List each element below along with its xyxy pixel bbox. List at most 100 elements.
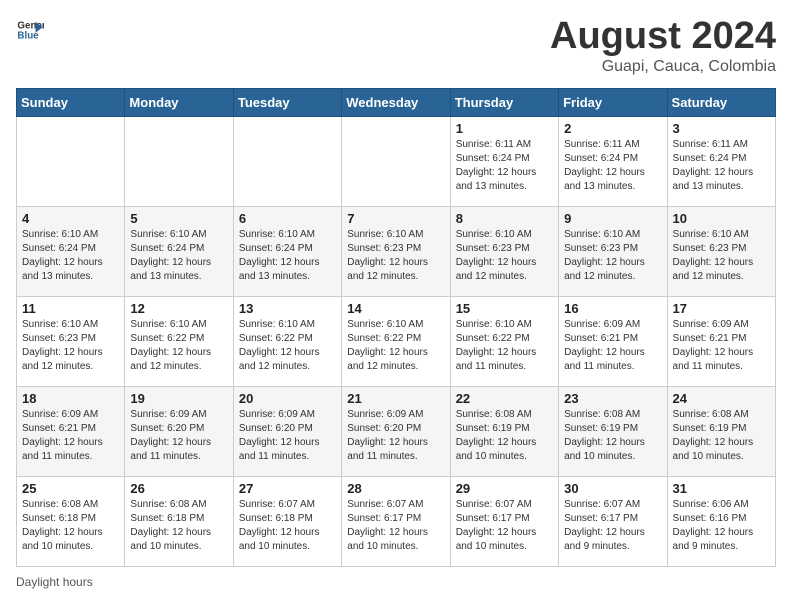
calendar-day-cell: 13 Sunrise: 6:10 AM Sunset: 6:22 PM Dayli… bbox=[233, 296, 341, 386]
day-info: Sunrise: 6:11 AM Sunset: 6:24 PM Dayligh… bbox=[456, 138, 553, 194]
day-number: 25 bbox=[22, 481, 119, 496]
day-number: 10 bbox=[673, 211, 770, 226]
day-info: Sunrise: 6:07 AM Sunset: 6:17 PM Dayligh… bbox=[347, 498, 444, 554]
calendar-day-cell: 23 Sunrise: 6:08 AM Sunset: 6:19 PM Dayli… bbox=[559, 386, 667, 476]
calendar-day-cell: 21 Sunrise: 6:09 AM Sunset: 6:20 PM Dayli… bbox=[342, 386, 450, 476]
day-info: Sunrise: 6:10 AM Sunset: 6:23 PM Dayligh… bbox=[347, 228, 444, 284]
day-number: 29 bbox=[456, 481, 553, 496]
footer: Daylight hours bbox=[16, 575, 776, 589]
day-info: Sunrise: 6:07 AM Sunset: 6:17 PM Dayligh… bbox=[564, 498, 661, 554]
day-number: 7 bbox=[347, 211, 444, 226]
calendar-day-cell: 14Sunrise: 6:10 AM Sunset: 6:22 PM Dayli… bbox=[342, 296, 450, 386]
calendar-day-cell: 20Sunrise: 6:09 AM Sunset: 6:20 PM Dayli… bbox=[233, 386, 341, 476]
calendar-day-cell: 15Sunrise: 6:10 AM Sunset: 6:22 PM Dayli… bbox=[450, 296, 558, 386]
calendar-day-cell: 28 Sunrise: 6:07 AM Sunset: 6:17 PM Dayli… bbox=[342, 476, 450, 566]
day-info: Sunrise: 6:09 AM Sunset: 6:20 PM Dayligh… bbox=[347, 408, 444, 464]
day-info: Sunrise: 6:10 AM Sunset: 6:22 PM Dayligh… bbox=[239, 318, 336, 374]
calendar-body: 1Sunrise: 6:11 AM Sunset: 6:24 PM Daylig… bbox=[17, 116, 776, 566]
title-block: August 2024 Guapi, Cauca, Colombia bbox=[550, 16, 776, 76]
day-number: 5 bbox=[130, 211, 227, 226]
calendar-day-cell: 6Sunrise: 6:10 AM Sunset: 6:24 PM Daylig… bbox=[233, 206, 341, 296]
day-number: 11 bbox=[22, 301, 119, 316]
calendar-week-row: 25 Sunrise: 6:08 AM Sunset: 6:18 PM Dayli… bbox=[17, 476, 776, 566]
calendar-day-cell: 10 Sunrise: 6:10 AM Sunset: 6:23 PM Dayli… bbox=[667, 206, 775, 296]
calendar-day-cell: 8Sunrise: 6:10 AM Sunset: 6:23 PM Daylig… bbox=[450, 206, 558, 296]
day-info: Sunrise: 6:07 AM Sunset: 6:18 PM Dayligh… bbox=[239, 498, 336, 554]
calendar-day-header: Monday bbox=[125, 88, 233, 116]
day-info: Sunrise: 6:09 AM Sunset: 6:21 PM Dayligh… bbox=[673, 318, 770, 374]
day-number: 22 bbox=[456, 391, 553, 406]
day-number: 9 bbox=[564, 211, 661, 226]
day-info: Sunrise: 6:10 AM Sunset: 6:23 PM Dayligh… bbox=[673, 228, 770, 284]
calendar-day-cell: 11 Sunrise: 6:10 AM Sunset: 6:23 PM Dayli… bbox=[17, 296, 125, 386]
logo-icon: General Blue bbox=[16, 16, 44, 44]
calendar-day-cell bbox=[125, 116, 233, 206]
calendar-day-cell: 19Sunrise: 6:09 AM Sunset: 6:20 PM Dayli… bbox=[125, 386, 233, 476]
day-number: 28 bbox=[347, 481, 444, 496]
day-number: 23 bbox=[564, 391, 661, 406]
calendar-table: SundayMondayTuesdayWednesdayThursdayFrid… bbox=[16, 88, 776, 567]
calendar-day-cell: 9Sunrise: 6:10 AM Sunset: 6:23 PM Daylig… bbox=[559, 206, 667, 296]
calendar-day-header: Thursday bbox=[450, 88, 558, 116]
calendar-day-header: Sunday bbox=[17, 88, 125, 116]
day-info: Sunrise: 6:11 AM Sunset: 6:24 PM Dayligh… bbox=[673, 138, 770, 194]
day-number: 2 bbox=[564, 121, 661, 136]
day-info: Sunrise: 6:06 AM Sunset: 6:16 PM Dayligh… bbox=[673, 498, 770, 554]
day-number: 4 bbox=[22, 211, 119, 226]
day-number: 12 bbox=[130, 301, 227, 316]
day-number: 6 bbox=[239, 211, 336, 226]
day-number: 30 bbox=[564, 481, 661, 496]
day-number: 19 bbox=[130, 391, 227, 406]
day-info: Sunrise: 6:09 AM Sunset: 6:21 PM Dayligh… bbox=[564, 318, 661, 374]
day-number: 21 bbox=[347, 391, 444, 406]
calendar-day-cell: 24 Sunrise: 6:08 AM Sunset: 6:19 PM Dayli… bbox=[667, 386, 775, 476]
day-info: Sunrise: 6:08 AM Sunset: 6:18 PM Dayligh… bbox=[130, 498, 227, 554]
calendar-day-cell: 2 Sunrise: 6:11 AM Sunset: 6:24 PM Daylig… bbox=[559, 116, 667, 206]
day-number: 26 bbox=[130, 481, 227, 496]
calendar-day-header: Friday bbox=[559, 88, 667, 116]
month-year-title: August 2024 bbox=[550, 16, 776, 58]
day-number: 14 bbox=[347, 301, 444, 316]
calendar-day-cell: 22 Sunrise: 6:08 AM Sunset: 6:19 PM Dayli… bbox=[450, 386, 558, 476]
day-number: 18 bbox=[22, 391, 119, 406]
day-info: Sunrise: 6:08 AM Sunset: 6:19 PM Dayligh… bbox=[456, 408, 553, 464]
calendar-week-row: 4 Sunrise: 6:10 AM Sunset: 6:24 PM Daylig… bbox=[17, 206, 776, 296]
calendar-day-cell: 31Sunrise: 6:06 AM Sunset: 6:16 PM Dayli… bbox=[667, 476, 775, 566]
calendar-day-cell: 16Sunrise: 6:09 AM Sunset: 6:21 PM Dayli… bbox=[559, 296, 667, 386]
calendar-day-cell bbox=[233, 116, 341, 206]
page-header: General Blue August 2024 Guapi, Cauca, C… bbox=[16, 16, 776, 76]
day-info: Sunrise: 6:10 AM Sunset: 6:23 PM Dayligh… bbox=[22, 318, 119, 374]
calendar-day-cell: 12 Sunrise: 6:10 AM Sunset: 6:22 PM Dayli… bbox=[125, 296, 233, 386]
calendar-week-row: 11 Sunrise: 6:10 AM Sunset: 6:23 PM Dayli… bbox=[17, 296, 776, 386]
day-info: Sunrise: 6:08 AM Sunset: 6:19 PM Dayligh… bbox=[564, 408, 661, 464]
footer-text: Daylight hours bbox=[16, 575, 93, 589]
day-info: Sunrise: 6:11 AM Sunset: 6:24 PM Dayligh… bbox=[564, 138, 661, 194]
day-info: Sunrise: 6:10 AM Sunset: 6:23 PM Dayligh… bbox=[456, 228, 553, 284]
logo: General Blue bbox=[16, 16, 44, 44]
calendar-day-cell: 27Sunrise: 6:07 AM Sunset: 6:18 PM Dayli… bbox=[233, 476, 341, 566]
calendar-day-cell bbox=[342, 116, 450, 206]
day-number: 3 bbox=[673, 121, 770, 136]
calendar-day-cell: 29 Sunrise: 6:07 AM Sunset: 6:17 PM Dayli… bbox=[450, 476, 558, 566]
day-info: Sunrise: 6:08 AM Sunset: 6:19 PM Dayligh… bbox=[673, 408, 770, 464]
calendar-header-row: SundayMondayTuesdayWednesdayThursdayFrid… bbox=[17, 88, 776, 116]
day-info: Sunrise: 6:10 AM Sunset: 6:24 PM Dayligh… bbox=[22, 228, 119, 284]
calendar-day-cell: 5Sunrise: 6:10 AM Sunset: 6:24 PM Daylig… bbox=[125, 206, 233, 296]
day-number: 13 bbox=[239, 301, 336, 316]
day-info: Sunrise: 6:08 AM Sunset: 6:18 PM Dayligh… bbox=[22, 498, 119, 554]
day-info: Sunrise: 6:10 AM Sunset: 6:22 PM Dayligh… bbox=[130, 318, 227, 374]
day-info: Sunrise: 6:09 AM Sunset: 6:20 PM Dayligh… bbox=[239, 408, 336, 464]
calendar-day-header: Wednesday bbox=[342, 88, 450, 116]
day-info: Sunrise: 6:07 AM Sunset: 6:17 PM Dayligh… bbox=[456, 498, 553, 554]
calendar-day-cell: 7 Sunrise: 6:10 AM Sunset: 6:23 PM Daylig… bbox=[342, 206, 450, 296]
day-number: 24 bbox=[673, 391, 770, 406]
location-subtitle: Guapi, Cauca, Colombia bbox=[550, 58, 776, 76]
calendar-day-cell: 4 Sunrise: 6:10 AM Sunset: 6:24 PM Daylig… bbox=[17, 206, 125, 296]
calendar-day-cell bbox=[17, 116, 125, 206]
calendar-day-header: Saturday bbox=[667, 88, 775, 116]
day-number: 15 bbox=[456, 301, 553, 316]
calendar-day-header: Tuesday bbox=[233, 88, 341, 116]
calendar-day-cell: 26 Sunrise: 6:08 AM Sunset: 6:18 PM Dayli… bbox=[125, 476, 233, 566]
calendar-day-cell: 3 Sunrise: 6:11 AM Sunset: 6:24 PM Daylig… bbox=[667, 116, 775, 206]
calendar-week-row: 18Sunrise: 6:09 AM Sunset: 6:21 PM Dayli… bbox=[17, 386, 776, 476]
